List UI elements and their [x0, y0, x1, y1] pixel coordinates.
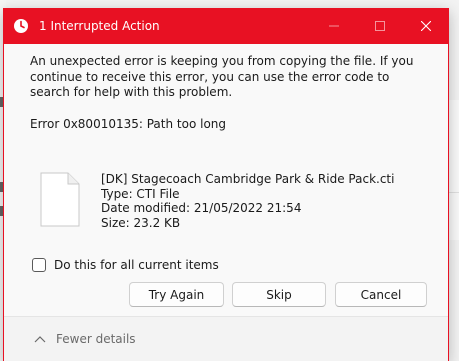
minimize-icon	[329, 25, 339, 27]
details-footer: Fewer details	[4, 316, 448, 361]
fewer-details-toggle[interactable]: Fewer details	[56, 332, 136, 346]
apply-to-all-label[interactable]: Do this for all current items	[54, 258, 219, 272]
close-icon	[421, 21, 431, 31]
window-title: 1 Interrupted Action	[39, 19, 160, 33]
error-message: An unexpected error is keeping you from …	[30, 54, 414, 99]
minimize-button[interactable]	[311, 8, 357, 44]
maximize-button[interactable]	[357, 8, 403, 44]
file-size: Size: 23.2 KB	[101, 215, 181, 230]
try-again-button[interactable]: Try Again	[129, 282, 224, 307]
file-details: [DK] Stagecoach Cambridge Park & Ride Pa…	[101, 172, 394, 230]
dialog-body: An unexpected error is keeping you from …	[30, 54, 430, 131]
apply-to-all-option[interactable]: Do this for all current items	[32, 258, 219, 272]
clock-icon	[12, 17, 30, 35]
file-date-modified: Date modified: 21/05/2022 21:54	[101, 201, 302, 215]
maximize-icon	[375, 21, 385, 31]
file-name: [DK] Stagecoach Cambridge Park & Ride Pa…	[101, 172, 395, 186]
skip-button[interactable]: Skip	[232, 282, 326, 307]
file-preview	[40, 168, 80, 227]
title-bar[interactable]: 1 Interrupted Action	[3, 8, 449, 44]
error-code: Error 0x80010135: Path too long	[30, 117, 227, 131]
close-button[interactable]	[403, 8, 449, 44]
document-icon	[40, 172, 80, 227]
interrupted-action-dialog: 1 Interrupted Action An unexpected error…	[3, 8, 449, 361]
file-type: Type: CTI File	[101, 186, 180, 201]
cancel-button[interactable]: Cancel	[335, 282, 427, 307]
action-buttons: Try Again Skip Cancel	[4, 282, 448, 308]
apply-to-all-checkbox[interactable]	[32, 258, 46, 272]
chevron-up-icon[interactable]	[34, 334, 46, 344]
